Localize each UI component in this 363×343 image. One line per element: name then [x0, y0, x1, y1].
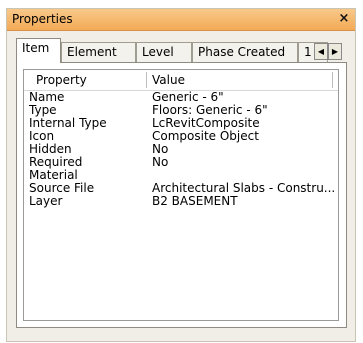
tab-scroll-left-icon[interactable]: ◀ [314, 43, 328, 60]
property-name: Layer [29, 194, 63, 208]
column-header-property[interactable]: Property [36, 73, 87, 87]
property-value: LcRevitComposite [152, 117, 260, 130]
column-divider[interactable] [146, 72, 147, 88]
table-row[interactable]: Source File Architectural Slabs - Constr… [24, 182, 338, 195]
property-value: Floors: Generic - 6" [152, 104, 268, 117]
table-row[interactable]: Layer B2 BASEMENT [24, 195, 338, 208]
tab-element[interactable]: Element [61, 42, 136, 62]
tab-level[interactable]: Level [136, 42, 192, 62]
window-title: Properties [12, 12, 73, 26]
tab-item[interactable]: Item [16, 38, 61, 63]
close-icon[interactable]: × [336, 10, 352, 28]
table-row[interactable]: Internal Type LcRevitComposite [24, 117, 338, 130]
tab-panel: Property Value Name Generic - 6" Type Fl… [16, 62, 347, 328]
column-header-value[interactable]: Value [152, 73, 185, 87]
title-bar[interactable]: Properties × [7, 9, 355, 31]
property-value: Composite Object [152, 130, 259, 143]
property-value: B2 BASEMENT [152, 195, 238, 208]
column-divider[interactable] [332, 72, 333, 88]
property-value: Architectural Slabs - Constru... [152, 182, 336, 195]
properties-grid[interactable]: Property Value Name Generic - 6" Type Fl… [23, 69, 339, 321]
grid-header: Property Value [24, 70, 338, 91]
tab-scroll-right-icon[interactable]: ▶ [328, 43, 342, 60]
property-value: Generic - 6" [152, 91, 224, 104]
property-value: No [152, 156, 169, 169]
table-row[interactable]: Name Generic - 6" [24, 91, 338, 104]
property-value: No [152, 143, 169, 156]
tab-phase-created[interactable]: Phase Created [192, 42, 298, 62]
